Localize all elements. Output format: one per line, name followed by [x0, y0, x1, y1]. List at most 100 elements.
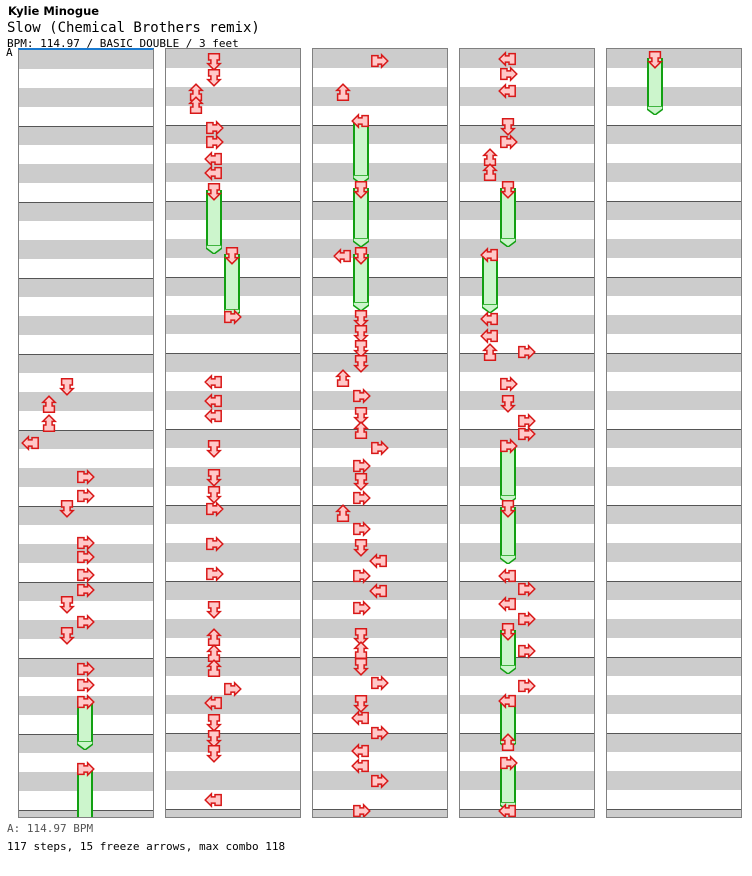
note-arrow-down[interactable] [333, 83, 353, 103]
note-arrow-left[interactable] [498, 594, 518, 614]
note-arrow-right[interactable] [369, 771, 389, 791]
note-arrow-left[interactable] [498, 566, 518, 586]
note-arrow-right[interactable] [204, 499, 224, 519]
freeze-arrow-right[interactable] [75, 692, 95, 752]
note-arrow-left[interactable] [204, 372, 224, 392]
chart-column-4[interactable] [459, 48, 595, 818]
note-arrow-up[interactable] [57, 376, 77, 396]
note-arrow-right[interactable] [351, 488, 371, 508]
note-arrow-right[interactable] [516, 609, 536, 629]
note-arrow-right[interactable] [75, 547, 95, 567]
note-arrow-left[interactable] [204, 790, 224, 810]
freeze-arrow-up[interactable] [204, 181, 224, 256]
note-arrow-right[interactable] [516, 641, 536, 661]
note-arrow-left[interactable] [351, 756, 371, 776]
note-arrow-left[interactable] [333, 246, 353, 266]
note-arrow-left[interactable] [204, 163, 224, 183]
note-arrow-right[interactable] [351, 386, 371, 406]
note-arrow-left[interactable] [204, 693, 224, 713]
note-arrow-right[interactable] [75, 486, 95, 506]
freeze-arrow-up[interactable] [498, 621, 518, 676]
freeze-head-arrow-up [204, 181, 224, 201]
note-arrow-down[interactable] [204, 659, 224, 679]
note-arrow-up[interactable] [204, 743, 224, 763]
note-arrow-right[interactable] [351, 566, 371, 586]
note-arrow-down[interactable] [498, 733, 518, 753]
note-arrow-right[interactable] [75, 612, 95, 632]
note-arrow-right[interactable] [516, 342, 536, 362]
note-arrow-up[interactable] [498, 393, 518, 413]
note-arrow-up[interactable] [351, 656, 371, 676]
note-arrow-right[interactable] [222, 679, 242, 699]
note-arrow-right[interactable] [498, 374, 518, 394]
note-arrow-left[interactable] [21, 433, 41, 453]
note-arrow-right[interactable] [516, 424, 536, 444]
note-arrow-up[interactable] [351, 537, 371, 557]
freeze-head-arrow-right [75, 692, 95, 712]
chart-column-2[interactable] [165, 48, 301, 818]
note-arrow-right[interactable] [516, 676, 536, 696]
note-layer [166, 49, 300, 817]
bpm-summary: A: 114.97 BPM [7, 822, 94, 835]
note-arrow-right[interactable] [516, 579, 536, 599]
note-arrow-down[interactable] [186, 96, 206, 116]
note-arrow-down[interactable] [480, 163, 500, 183]
note-layer [460, 49, 594, 817]
note-arrow-right[interactable] [351, 598, 371, 618]
freeze-tail-cap [500, 238, 516, 247]
note-arrow-left[interactable] [369, 551, 389, 571]
note-layer [313, 49, 447, 817]
note-arrow-right[interactable] [351, 519, 371, 539]
freeze-head-arrow-left [498, 691, 518, 711]
freeze-head-arrow-right [75, 759, 95, 779]
note-arrow-right[interactable] [75, 467, 95, 487]
note-arrow-up[interactable] [204, 438, 224, 458]
freeze-arrow-right[interactable] [75, 759, 95, 817]
note-arrow-down[interactable] [39, 395, 59, 415]
note-arrow-left[interactable] [498, 801, 518, 817]
freeze-arrow-up[interactable] [498, 179, 518, 249]
note-layer [607, 49, 741, 817]
note-arrow-right[interactable] [75, 580, 95, 600]
note-arrow-up[interactable] [204, 67, 224, 87]
step-stats: 117 steps, 15 freeze arrows, max combo 1… [7, 840, 286, 853]
freeze-arrow-right[interactable] [498, 436, 518, 506]
note-arrow-left[interactable] [498, 81, 518, 101]
freeze-tail-cap [500, 555, 516, 564]
note-arrow-down[interactable] [333, 504, 353, 524]
note-arrow-left[interactable] [204, 406, 224, 426]
note-arrow-down[interactable] [333, 369, 353, 389]
note-arrow-up[interactable] [351, 353, 371, 373]
chart-column-3[interactable] [312, 48, 448, 818]
chart-column-5[interactable] [606, 48, 742, 818]
freeze-arrow-left[interactable] [480, 245, 500, 315]
note-arrow-right[interactable] [369, 673, 389, 693]
note-arrow-up[interactable] [57, 625, 77, 645]
note-arrow-left[interactable] [369, 581, 389, 601]
note-arrow-right[interactable] [369, 723, 389, 743]
note-arrow-up[interactable] [57, 594, 77, 614]
song-title: Slow (Chemical Brothers remix) [7, 20, 260, 36]
note-arrow-down[interactable] [39, 414, 59, 434]
note-arrow-up[interactable] [57, 498, 77, 518]
note-arrow-right[interactable] [369, 51, 389, 71]
note-arrow-right[interactable] [498, 132, 518, 152]
freeze-arrow-up[interactable] [351, 179, 371, 249]
note-arrow-right[interactable] [75, 675, 95, 695]
note-arrow-left[interactable] [351, 708, 371, 728]
freeze-arrow-up[interactable] [498, 498, 518, 566]
freeze-head-arrow-up [498, 179, 518, 199]
note-arrow-up[interactable] [204, 599, 224, 619]
note-arrow-right[interactable] [222, 307, 242, 327]
freeze-arrow-up[interactable] [645, 49, 665, 117]
note-arrow-down[interactable] [351, 421, 371, 441]
note-arrow-right[interactable] [351, 801, 371, 817]
note-arrow-down[interactable] [480, 343, 500, 363]
note-arrow-right[interactable] [204, 564, 224, 584]
note-arrow-right[interactable] [369, 438, 389, 458]
freeze-arrow-up[interactable] [351, 245, 371, 313]
freeze-head-arrow-up [222, 245, 242, 265]
chart-column-1[interactable] [18, 48, 154, 818]
freeze-arrow-left[interactable] [351, 111, 371, 186]
note-arrow-right[interactable] [204, 534, 224, 554]
